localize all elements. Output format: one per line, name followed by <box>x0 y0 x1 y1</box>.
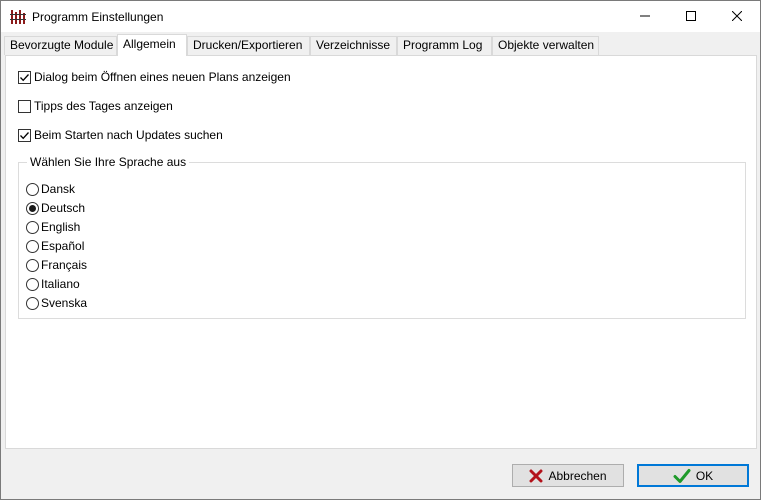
checkbox[interactable] <box>18 99 31 113</box>
language-option-italiano[interactable]: Italiano <box>26 276 80 292</box>
tab-drucken-exportieren[interactable]: Drucken/Exportieren <box>187 36 310 55</box>
radio-button[interactable] <box>26 182 39 196</box>
language-option-english[interactable]: English <box>26 219 80 235</box>
checkmark-icon <box>20 131 29 139</box>
cancel-button-label: Abbrechen <box>548 468 607 483</box>
tab-verzeichnisse[interactable]: Verzeichnisse <box>310 36 397 55</box>
language-option-svenska[interactable]: Svenska <box>26 295 87 311</box>
app-icon <box>10 9 26 25</box>
radio-button[interactable] <box>26 258 39 272</box>
minimize-button[interactable] <box>622 1 668 32</box>
minimize-icon <box>640 10 650 24</box>
language-option-francais[interactable]: Français <box>26 257 87 273</box>
radio-button[interactable] <box>26 201 39 215</box>
tab-objekte-verwalten[interactable]: Objekte verwalten <box>492 36 599 55</box>
maximize-icon <box>686 10 696 24</box>
tab-programm-log[interactable]: Programm Log <box>397 36 492 55</box>
radio-label: Italiano <box>41 277 80 291</box>
radio-label: Deutsch <box>41 201 86 215</box>
language-option-espanol[interactable]: Español <box>26 238 84 254</box>
window-title: Programm Einstellungen <box>32 10 164 24</box>
radio-button[interactable] <box>26 277 39 291</box>
option-tips-of-day[interactable]: Tipps des Tages anzeigen <box>18 98 173 114</box>
radio-button[interactable] <box>26 239 39 253</box>
radio-label: Svenska <box>41 296 88 310</box>
close-x-icon <box>529 469 543 483</box>
settings-window: Programm Einstellungen Bevorzugte Module… <box>0 0 761 500</box>
option-open-plan-dialog[interactable]: Dialog beim Öffnen eines neuen Plans anz… <box>18 69 291 85</box>
ok-button-label: OK <box>695 468 714 483</box>
checkmark-icon <box>20 73 29 81</box>
checkmark-icon <box>673 468 691 484</box>
language-option-deutsch[interactable]: Deutsch <box>26 200 85 216</box>
radio-button[interactable] <box>26 296 39 310</box>
radio-button[interactable] <box>26 220 39 234</box>
radio-selected-dot <box>29 204 36 212</box>
radio-label: English <box>41 220 81 234</box>
radio-label: Français <box>41 258 88 272</box>
ok-button[interactable]: OK <box>637 464 749 487</box>
checkbox[interactable] <box>18 128 31 142</box>
cancel-button[interactable]: Abbrechen <box>512 464 624 487</box>
tab-bevorzugte-module[interactable]: Bevorzugte Module <box>4 36 117 55</box>
language-option-dansk[interactable]: Dansk <box>26 181 75 197</box>
title-bar[interactable]: Programm Einstellungen <box>1 1 760 32</box>
checkbox-label: Tipps des Tages anzeigen <box>34 99 173 113</box>
checkbox-label: Dialog beim Öffnen eines neuen Plans anz… <box>34 70 291 84</box>
maximize-button[interactable] <box>668 1 714 32</box>
radio-label: Dansk <box>41 182 76 196</box>
tab-allgemein[interactable]: Allgemein <box>117 34 187 56</box>
option-check-updates[interactable]: Beim Starten nach Updates suchen <box>18 127 223 143</box>
language-groupbox: Wählen Sie Ihre Sprache aus Dansk Deutsc… <box>18 155 746 319</box>
checkbox[interactable] <box>18 70 31 84</box>
close-button[interactable] <box>714 1 760 32</box>
checkbox-label: Beim Starten nach Updates suchen <box>34 128 223 142</box>
language-group-title: Wählen Sie Ihre Sprache aus <box>27 155 190 169</box>
tab-panel-allgemein: Dialog beim Öffnen eines neuen Plans anz… <box>5 55 757 449</box>
radio-label: Español <box>41 239 85 253</box>
close-icon <box>731 10 743 24</box>
